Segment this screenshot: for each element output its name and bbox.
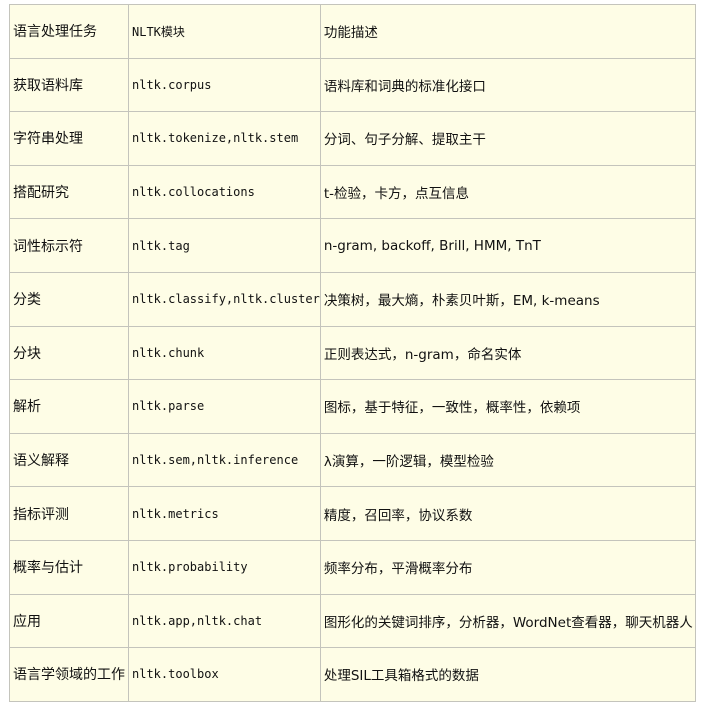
description-cell: t-检验，卡方，点互信息 [319, 164, 697, 220]
module-cell: nltk.collocations [128, 164, 321, 220]
table-row: 应用 nltk.app,nltk.chat 图形化的关键词排序，分析器，WordNe… [9, 593, 697, 649]
description-cell: 决策树，最大熵，朴素贝叶斯，EM, k-means [319, 271, 697, 327]
task-cell: 获取语料库 [9, 57, 129, 113]
task-cell: 字符串处理 [9, 111, 129, 166]
module-cell: nltk.corpus [128, 57, 321, 113]
description-cell: 图形化的关键词排序，分析器，WordNet查看器，聊天机器人 [319, 593, 697, 649]
task-cell: 搭配研究 [9, 164, 129, 220]
module-cell: nltk.tokenize,nltk.stem [128, 111, 321, 166]
description-cell: 精度，召回率，协议系数 [319, 486, 697, 541]
module-cell: nltk.tag [128, 218, 321, 273]
module-cell: nltk.sem,nltk.inference [128, 432, 321, 488]
description-cell: 处理SIL工具箱格式的数据 [319, 647, 697, 702]
table-row: 分类 nltk.classify,nltk.cluster 决策树，最大熵，朴素贝叶… [9, 271, 697, 327]
description-cell: n-gram, backoff, Brill, HMM, TnT [319, 218, 697, 273]
table-row: 概率与估计 nltk.probability 频率分布，平滑概率分布 [9, 539, 697, 595]
table-row: 获取语料库 nltk.corpus 语料库和词典的标准化接口 [9, 57, 697, 113]
task-cell: 分块 [9, 325, 129, 381]
table-row: 搭配研究 nltk.collocations t-检验，卡方，点互信息 [9, 164, 697, 220]
table-row: 分块 nltk.chunk 正则表达式，n-gram，命名实体 [9, 325, 697, 381]
module-cell: nltk.chunk [128, 325, 321, 381]
table-row: 解析 nltk.parse 图标，基于特征，一致性，概率性，依赖项 [9, 379, 697, 434]
table-row: 语言学领域的工作 nltk.toolbox 处理SIL工具箱格式的数据 [9, 647, 697, 702]
description-cell: 正则表达式，n-gram，命名实体 [319, 325, 697, 381]
module-cell: nltk.metrics [128, 486, 321, 541]
task-cell: 指标评测 [9, 486, 129, 541]
task-cell: 应用 [9, 593, 129, 649]
task-cell: 概率与估计 [9, 539, 129, 595]
module-cell: nltk.probability [128, 539, 321, 595]
table-row: 语义解释 nltk.sem,nltk.inference λ演算，一阶逻辑，模型检验 [9, 432, 697, 488]
header-task: 语言处理任务 [9, 4, 129, 59]
description-cell: 图标，基于特征，一致性，概率性，依赖项 [319, 379, 697, 434]
header-description: 功能描述 [319, 4, 697, 59]
module-cell: nltk.classify,nltk.cluster [128, 271, 321, 327]
module-cell: nltk.toolbox [128, 647, 321, 702]
task-cell: 语言学领域的工作 [9, 647, 129, 702]
nltk-modules-table: 语言处理任务 NLTK模块 功能描述 获取语料库 nltk.corpus 语料库和词… [9, 4, 697, 702]
task-cell: 分类 [9, 271, 129, 327]
table-row: 指标评测 nltk.metrics 精度，召回率，协议系数 [9, 486, 697, 541]
table-row: 字符串处理 nltk.tokenize,nltk.stem 分词、句子分解、提取主干 [9, 111, 697, 166]
description-cell: λ演算，一阶逻辑，模型检验 [319, 432, 697, 488]
description-cell: 频率分布，平滑概率分布 [319, 539, 697, 595]
header-module: NLTK模块 [128, 4, 321, 59]
task-cell: 语义解释 [9, 432, 129, 488]
description-cell: 分词、句子分解、提取主干 [319, 111, 697, 166]
description-cell: 语料库和词典的标准化接口 [319, 57, 697, 113]
module-cell: nltk.app,nltk.chat [128, 593, 321, 649]
module-cell: nltk.parse [128, 379, 321, 434]
task-cell: 词性标示符 [9, 218, 129, 273]
table-row: 词性标示符 nltk.tag n-gram, backoff, Brill, HMM… [9, 218, 697, 273]
task-cell: 解析 [9, 379, 129, 434]
table-header-row: 语言处理任务 NLTK模块 功能描述 [9, 4, 697, 59]
